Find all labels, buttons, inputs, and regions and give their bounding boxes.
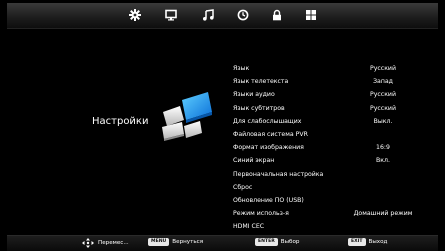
menu-key-badge: MENU [148, 238, 170, 246]
hint-menu-back: MENU Вернуться [148, 238, 203, 246]
grid-icon[interactable] [304, 8, 318, 22]
hint-exit-label: Выход [368, 239, 388, 245]
clock-icon[interactable] [236, 8, 250, 22]
menu-item-language[interactable]: Язык Русский [233, 62, 438, 75]
menu-item-initial-setup[interactable]: Первоначальная настройка [233, 168, 438, 181]
menu-item-blue-screen[interactable]: Синий экран Вкл. [233, 154, 438, 167]
lock-icon[interactable] [270, 8, 284, 22]
hint-enter-label: Выбор [280, 239, 300, 245]
hint-menu-label: Вернуться [172, 239, 204, 245]
settings-gear-icon[interactable] [128, 8, 142, 22]
menu-item-pvr-file-system[interactable]: Файловая система PVR [233, 128, 438, 141]
hint-move: Перемес... [82, 238, 129, 248]
hint-enter-select: ENTER Выбор [255, 238, 299, 246]
settings-menu: Язык Русский Язык телетекста Запад Языки а… [233, 62, 438, 233]
menu-item-aspect-ratio[interactable]: Формат изображения 16:9 [233, 141, 438, 154]
menu-item-usage-mode[interactable]: Режим использ-я Домашний режим [233, 207, 438, 220]
menu-item-software-update-usb[interactable]: Обновление ПО (USB) [233, 194, 438, 207]
hint-exit: EXIT Выход [348, 238, 387, 246]
enter-key-badge: ENTER [255, 238, 278, 246]
menu-item-teletext-language[interactable]: Язык телетекста Запад [233, 75, 438, 88]
tv-settings-screen: Настройки Язык Русский Язык телетекста Зап… [0, 0, 445, 251]
menu-item-hdmi-cec[interactable]: HDMI CEC [233, 220, 438, 233]
settings-cubes-icon [162, 92, 212, 141]
menu-item-reset[interactable]: Сброс [233, 181, 438, 194]
menu-item-hearing-impaired[interactable]: Для слабослышащих Выкл. [233, 115, 438, 128]
menu-item-audio-languages[interactable]: Языки аудио Русский [233, 88, 438, 101]
exit-key-badge: EXIT [348, 238, 366, 246]
top-tab-bar [7, 3, 438, 29]
hint-move-label: Перемес... [98, 240, 129, 246]
navigation-arrows-icon [82, 238, 94, 248]
monitor-icon[interactable] [164, 8, 178, 22]
footer-hint-bar: Перемес... MENU Вернуться ENTER Выбор EX… [7, 235, 438, 251]
menu-item-subtitle-language[interactable]: Язык субтитров Русский [233, 102, 438, 115]
music-note-icon[interactable] [201, 8, 215, 22]
section-title: Настройки [92, 116, 149, 127]
